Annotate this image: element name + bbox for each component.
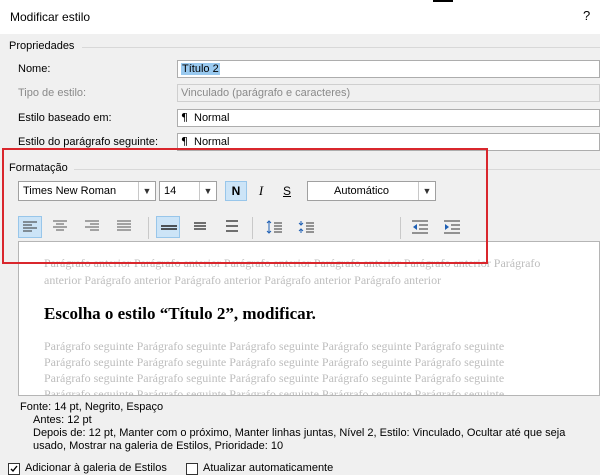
paragraph-icon: ¶ <box>181 135 188 148</box>
title-bar: Modificar estilo ? <box>0 0 600 34</box>
name-label: Nome: <box>18 63 51 75</box>
properties-divider <box>82 47 600 48</box>
preview-next-paragraph: Parágrafo seguinte Parágrafo seguinte Pa… <box>44 339 505 353</box>
ink-mark <box>433 0 453 2</box>
checkmark-icon <box>10 465 18 473</box>
style-description-line: Antes: 12 pt <box>33 414 92 426</box>
based-on-label: Estilo baseado em: <box>18 112 112 124</box>
paragraph-icon: ¶ <box>181 111 188 124</box>
dialog-title: Modificar estilo <box>10 10 91 24</box>
add-gallery-label: Adicionar à galeria de Estilos <box>25 462 167 474</box>
name-value: Título 2 <box>181 63 220 75</box>
auto-update-label: Atualizar automaticamente <box>203 462 334 474</box>
style-type-value: Vinculado (parágrafo e caracteres) <box>181 87 351 99</box>
auto-update-checkbox[interactable] <box>186 463 198 475</box>
style-description-line: Depois de: 12 pt, Manter com o próximo, … <box>33 427 566 439</box>
preview-next-paragraph: Parágrafo seguinte Parágrafo seguinte Pa… <box>44 355 505 369</box>
preview-next-paragraph: Parágrafo seguinte Parágrafo seguinte Pa… <box>44 371 505 385</box>
style-description-line: usado, Mostrar na galeria de Estilos, Pr… <box>33 440 284 452</box>
formatting-highlight-box <box>2 148 488 264</box>
help-button[interactable]: ? <box>583 8 590 23</box>
preview-next-paragraph: Parágrafo seguinte Parágrafo seguinte Pa… <box>44 387 505 396</box>
preview-sample-text: Escolha o estilo “Título 2”, modificar. <box>44 304 316 323</box>
properties-group-label: Propriedades <box>9 40 75 52</box>
next-style-value: Normal <box>194 136 230 148</box>
next-style-label: Estilo do parágrafo seguinte: <box>18 136 159 148</box>
based-on-dropdown[interactable]: ¶ Normal <box>177 109 600 127</box>
preview-previous-paragraph: anterior Parágrafo anterior Parágrafo an… <box>44 273 442 287</box>
based-on-value: Normal <box>194 112 230 124</box>
style-preview: Parágrafo anterior Parágrafo anterior Pa… <box>18 241 600 396</box>
style-type-label: Tipo de estilo: <box>18 87 87 99</box>
style-type-dropdown: Vinculado (parágrafo e caracteres) <box>177 84 600 102</box>
style-description-line: Fonte: 14 pt, Negrito, Espaço <box>20 401 164 413</box>
name-field[interactable]: Título 2 <box>177 60 600 78</box>
add-gallery-checkbox[interactable] <box>8 463 20 475</box>
